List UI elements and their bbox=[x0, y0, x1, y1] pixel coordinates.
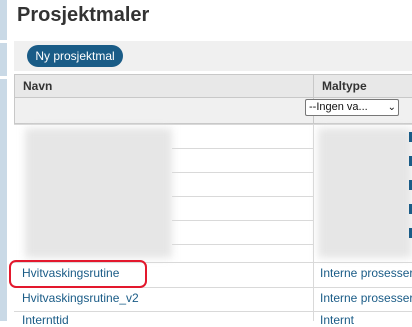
template-type-link[interactable]: Internt bbox=[320, 313, 354, 327]
chevron-down-icon: ⌄ bbox=[387, 102, 396, 113]
template-name-link[interactable]: Internttid bbox=[22, 313, 69, 327]
row-divider bbox=[172, 172, 313, 173]
template-name-link[interactable]: Hvitvaskingsrutine_v2 bbox=[22, 291, 139, 305]
nav-strip-tick bbox=[0, 40, 7, 43]
column-divider bbox=[313, 124, 314, 321]
type-filter-value: --Ingen va... bbox=[309, 101, 368, 113]
column-header-name[interactable]: Navn bbox=[14, 74, 314, 98]
row-divider bbox=[14, 311, 412, 312]
left-nav-strip bbox=[0, 0, 7, 321]
filter-cell-name bbox=[14, 98, 314, 124]
blurred-rows-type bbox=[318, 128, 412, 258]
page-title: Prosjektmaler bbox=[17, 4, 150, 26]
row-divider bbox=[172, 148, 313, 149]
highlight-annotation bbox=[9, 260, 147, 288]
blurred-rows-name bbox=[25, 128, 172, 258]
new-project-template-button[interactable]: Ny prosjektmal bbox=[27, 45, 123, 67]
row-divider bbox=[172, 244, 313, 245]
column-header-type[interactable]: Maltype bbox=[313, 74, 412, 98]
template-type-link[interactable]: Interne prosesser bbox=[320, 291, 412, 305]
type-filter-select[interactable]: --Ingen va... ⌄ bbox=[305, 99, 399, 116]
template-type-link[interactable]: Interne prosesser bbox=[320, 266, 412, 280]
row-divider bbox=[14, 124, 412, 125]
nav-strip-tick bbox=[0, 76, 7, 79]
row-divider bbox=[172, 196, 313, 197]
row-divider bbox=[172, 220, 313, 221]
